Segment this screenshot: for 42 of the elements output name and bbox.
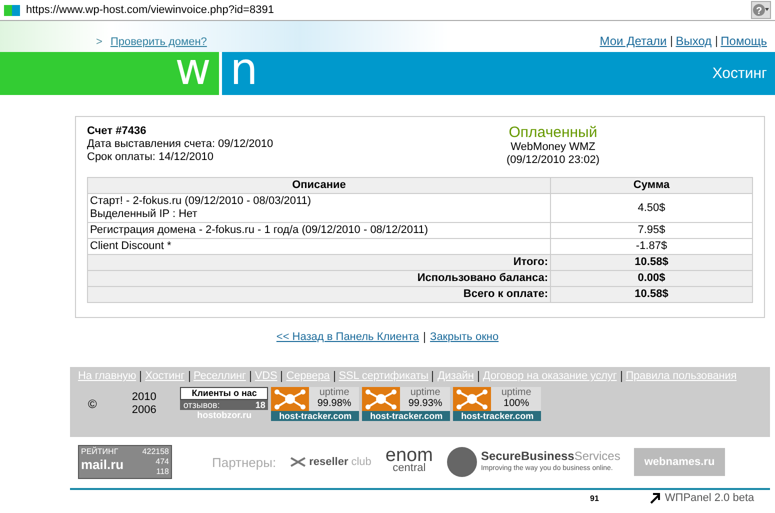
issue-date: Дата выставления счета: 09/12/2010 [87,138,274,151]
counter-text: 91 [590,494,599,502]
prompt-mark: > [96,36,102,48]
banner-title: Хостинг [712,65,767,82]
url-text[interactable]: https://www.wp-host.com/viewinvoice.php?id=8391 [26,4,751,16]
table-cell: Старт! - 2-fokus.ru (09/12/2010 - 08/03/2011) Выделенный IP : Нет [88,194,550,222]
header-link[interactable]: Мои Детали [600,34,667,48]
header-link[interactable]: Помощь [720,34,767,48]
table-cell: Регистрация домена - 2-fokus.ru - 1 год/а (09/12/2010 - 08/12/2011) [88,222,550,238]
header-link[interactable]: Выход [676,34,712,48]
logo-letter: n [230,48,258,92]
cross-arrows-icon [290,457,306,467]
table-cell: 7.95$ [550,222,752,238]
table-cell: Итого: [88,254,550,270]
table-cell: 0.00$ [550,270,752,286]
table-cell: Использовано баланса: [88,270,550,286]
column-header: Сумма [550,178,752,194]
partner-logo[interactable]: enom central [385,449,433,475]
year-text: 2006 [132,404,156,417]
table-cell: 4.50$ [550,194,752,222]
diagonal-arrow-icon [648,492,661,504]
invoice-number: Счет #7436 [87,125,148,138]
payment-time: (09/12/2010 23:02) [506,154,600,167]
column-header: Описание [88,178,550,194]
logo-letter: w [175,48,211,92]
year-text: 2010 [132,391,156,404]
copyright-sign: © [88,397,97,411]
partners-label: Партнеры: [212,454,276,470]
action-link[interactable]: << Назад в Панель Клиента [276,331,420,343]
rating-counter[interactable]: РЕЙТИНГ 422158 mail.ru 474 118 [78,445,172,479]
version-text: WПPanel 2.0 beta [664,492,754,504]
table-cell: 10.58$ [550,286,752,302]
site-favicon-icon [4,4,20,16]
action-link[interactable]: Закрыть окно [430,331,499,343]
due-date: Срок оплаты: 14/12/2010 [87,151,215,164]
paid-status: Оплаченный [508,125,598,141]
table-cell: Всего к оплате: [88,286,550,302]
check-domain-link[interactable]: Проверить домен? [110,36,207,48]
partner-logo[interactable]: reseller club [290,456,372,468]
table-cell: 10.58$ [550,254,752,270]
help-button[interactable]: ? [751,1,771,19]
payment-method: WebMoney WMZ [510,141,596,154]
